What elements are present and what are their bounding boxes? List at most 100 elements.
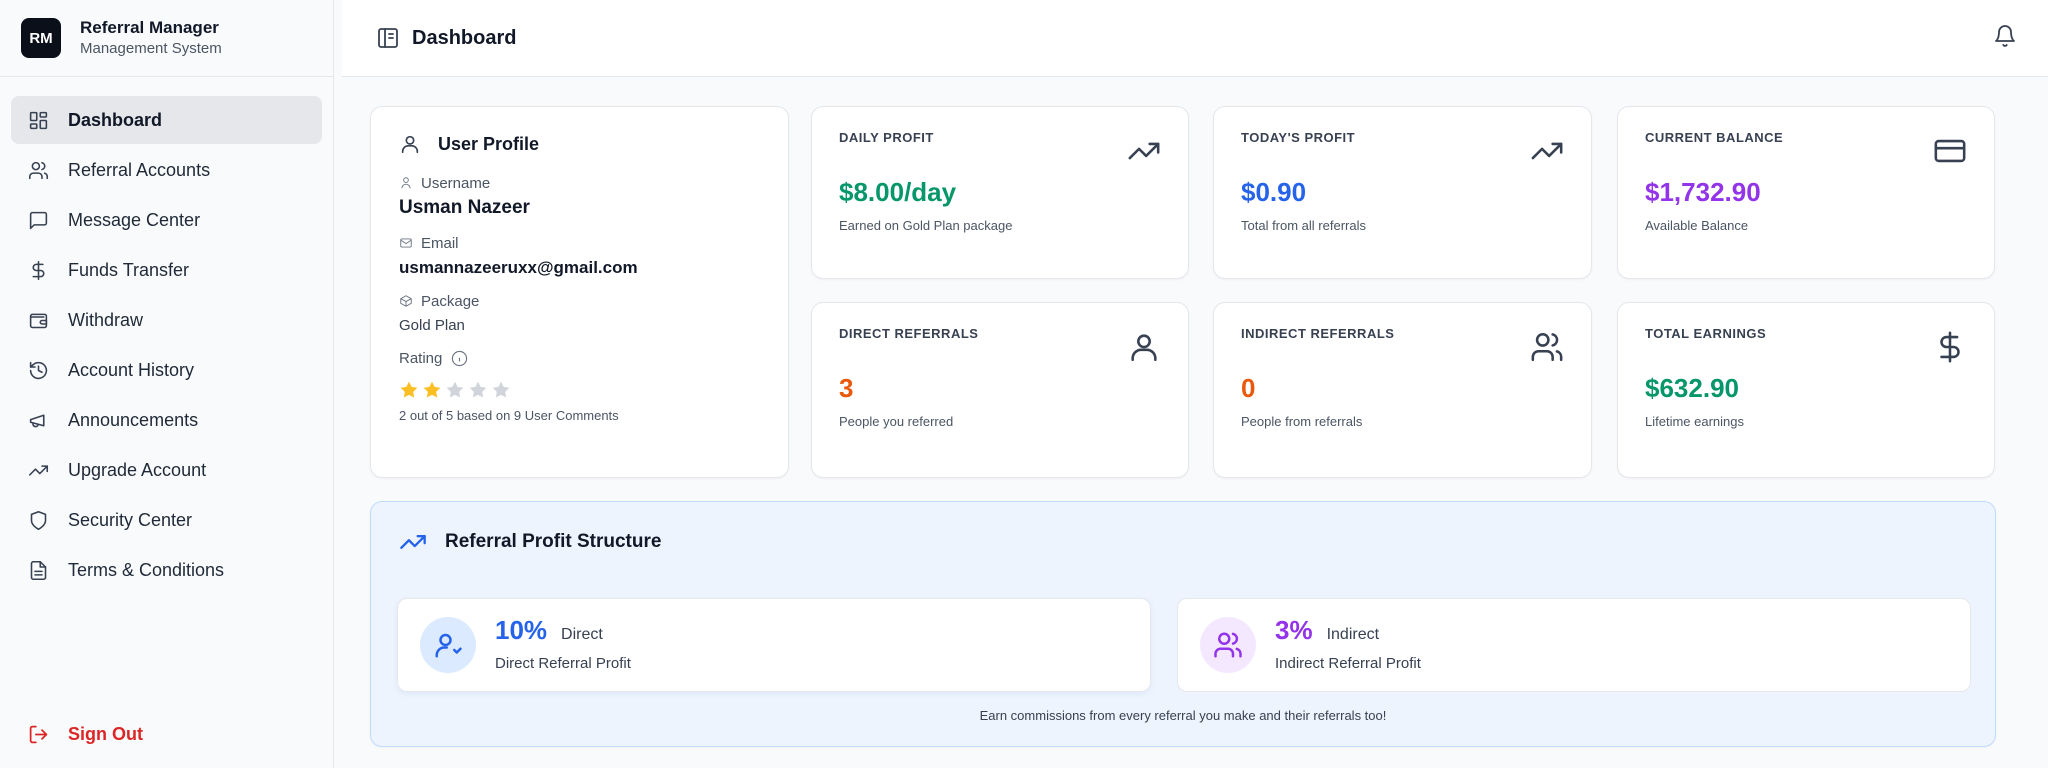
email-label: Email [399, 233, 760, 253]
user-icon [401, 135, 419, 154]
users-icon [1214, 632, 1242, 658]
sidebar-item-label: Dashboard [68, 109, 163, 130]
trending-up-icon [28, 464, 49, 476]
sidebar-toggle-button[interactable] [376, 26, 400, 50]
username-label-text: Username [421, 174, 491, 192]
stat-value: $1,732.90 [1645, 177, 1761, 207]
direct-pct-line: 10% Direct [495, 615, 603, 646]
stat-title: Total Earnings [1645, 326, 1767, 341]
direct-label: Direct [561, 626, 603, 643]
trending-up-icon [1128, 142, 1160, 160]
dollar-icon [1940, 331, 1960, 363]
star-empty-icon [469, 381, 487, 398]
sidebar-item-security-center[interactable]: Security Center [11, 496, 322, 544]
grid-icon [29, 111, 48, 129]
structure-header: Referral Profit Structure [399, 528, 661, 556]
main-content: User Profile Username Usman Nazeer Email… [334, 77, 2048, 768]
rating-label: Rating [399, 348, 760, 368]
stat-value: $8.00/day [839, 177, 957, 207]
sidebar-item-account-history[interactable]: Account History [11, 346, 322, 394]
stat-subtitle: Total from all referrals [1241, 218, 1366, 233]
indirect-icon-circle [1200, 617, 1256, 673]
direct-icon-circle [420, 617, 476, 673]
shield-icon [30, 510, 47, 530]
sidebar-item-funds-transfer[interactable]: Funds Transfer [11, 246, 322, 294]
sidebar-item-label: Funds Transfer [68, 259, 190, 280]
notifications-button[interactable] [1993, 24, 2019, 50]
top-header: Dashboard [342, 0, 2048, 77]
panel-left-icon [378, 28, 398, 48]
stat-subtitle: People you referred [839, 414, 954, 429]
sidebar-item-message-center[interactable]: Message Center [11, 196, 322, 244]
username-value: Usman Nazeer [399, 197, 530, 218]
stat-title: Direct Referrals [839, 326, 979, 341]
package-label: Package [399, 291, 760, 311]
package-value: Gold Plan [399, 317, 465, 334]
brand-logo: RM [21, 18, 61, 58]
page-title: Dashboard [412, 26, 517, 49]
profile-title: User Profile [438, 133, 540, 154]
dollar-icon [32, 260, 45, 280]
user-plus-icon [435, 633, 462, 658]
stat-value: $0.90 [1241, 177, 1307, 207]
indirect-pct: 3% [1275, 615, 1313, 645]
username-icon [401, 177, 411, 189]
stat-title: Indirect Referrals [1241, 326, 1395, 341]
star-filled-icon [423, 381, 441, 398]
sidebar-item-announcements[interactable]: Announcements [11, 396, 322, 444]
sidebar-item-label: Message Center [68, 209, 201, 230]
sidebar-item-upgrade-account[interactable]: Upgrade Account [11, 446, 322, 494]
current-balance-card: Current Balance $1,732.90 Available Bala… [1617, 106, 1995, 279]
sidebar-item-label: Referral Accounts [68, 159, 211, 180]
sign-out-button[interactable]: Sign Out [11, 711, 322, 757]
direct-pct: 10% [495, 615, 548, 645]
sidebar-item-label: Terms & Conditions [68, 559, 225, 580]
stat-value: 0 [1241, 373, 1256, 403]
rating-label-text: Rating [399, 349, 443, 367]
total-earnings-card: Total Earnings $632.90 Lifetime earnings [1617, 302, 1995, 478]
history-icon [29, 361, 48, 379]
brand-subtitle: Management System [80, 40, 222, 57]
user-icon [1131, 334, 1157, 362]
sidebar-item-terms[interactable]: Terms & Conditions [11, 546, 322, 594]
users-icon [1531, 332, 1563, 362]
star-empty-icon [446, 381, 464, 398]
stat-value: $632.90 [1645, 373, 1739, 403]
trending-up-icon [400, 535, 426, 549]
stat-title: Current Balance [1645, 130, 1784, 145]
brand-title: Referral Manager [80, 18, 219, 37]
indirect-desc: Indirect Referral Profit [1275, 655, 1421, 672]
sidebar: RM Referral Manager Management System Da… [0, 0, 334, 768]
referral-profit-structure: Referral Profit Structure 10% Direct Dir… [370, 501, 1996, 747]
users-icon [28, 161, 49, 179]
rating-stars [399, 380, 760, 400]
sidebar-item-referral-accounts[interactable]: Referral Accounts [11, 146, 322, 194]
stat-subtitle: Earned on Gold Plan package [839, 218, 1013, 233]
sidebar-item-withdraw[interactable]: Withdraw [11, 296, 322, 344]
indirect-label: Indirect [1326, 626, 1380, 643]
stat-subtitle: People from referrals [1241, 414, 1363, 429]
daily-profit-card: Daily Profit $8.00/day Earned on Gold Pl… [811, 106, 1189, 279]
direct-profit-card: 10% Direct Direct Referral Profit [397, 598, 1151, 692]
credit-card-icon [1934, 139, 1966, 163]
brand: RM Referral Manager Management System [0, 0, 333, 77]
indirect-pct-line: 3% Indirect [1275, 615, 1379, 646]
direct-desc: Direct Referral Profit [495, 655, 631, 672]
sidebar-item-dashboard[interactable]: Dashboard [11, 96, 322, 144]
username-label: Username [399, 173, 760, 193]
structure-note: Earn commissions from every referral you… [979, 708, 1387, 723]
megaphone-icon [29, 413, 45, 427]
document-icon [30, 560, 47, 580]
logout-icon [29, 725, 48, 743]
sidebar-item-label: Withdraw [68, 309, 144, 330]
direct-referrals-card: Direct Referrals 3 People you referred [811, 302, 1189, 478]
star-empty-icon [492, 381, 510, 398]
todays-profit-card: Today's Profit $0.90 Total from all refe… [1213, 106, 1592, 279]
indirect-profit-card: 3% Indirect Indirect Referral Profit [1177, 598, 1971, 692]
stat-subtitle: Available Balance [1645, 218, 1749, 233]
sign-out-label: Sign Out [68, 723, 143, 744]
package-label-text: Package [421, 292, 480, 310]
sidebar-item-label: Security Center [68, 509, 193, 530]
email-label-text: Email [421, 234, 459, 252]
info-icon[interactable] [451, 350, 468, 367]
